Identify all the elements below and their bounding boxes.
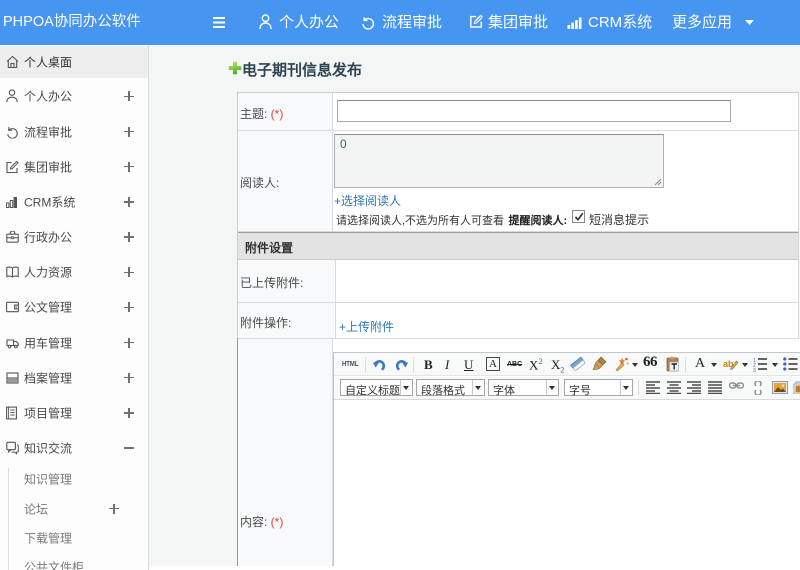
svg-text:3: 3 (753, 368, 756, 372)
